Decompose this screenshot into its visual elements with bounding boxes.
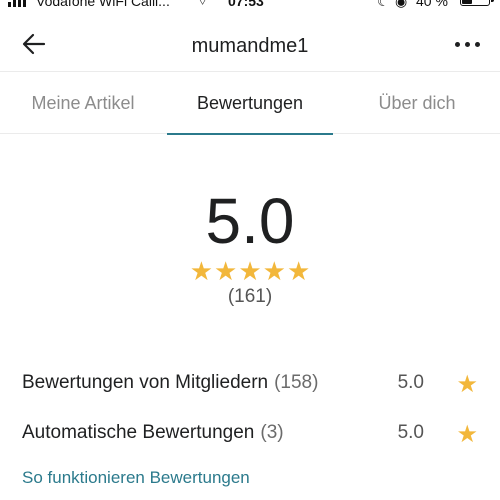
star-rating: ★ ★ ★ ★ ★ bbox=[0, 258, 500, 284]
star-icon: ★ bbox=[238, 256, 262, 286]
review-count: (161) bbox=[227, 286, 273, 307]
status-time: 07:53 bbox=[228, 0, 264, 9]
wifi-icon: ⌔ bbox=[196, 0, 210, 8]
more-horizontal-icon bbox=[455, 41, 460, 47]
tab-bewertungen[interactable]: Bewertungen bbox=[167, 73, 333, 135]
star-icon: ★ bbox=[456, 421, 478, 448]
row-label: Bewertungen von Mitgliedern bbox=[22, 372, 269, 393]
tab-meine-artikel[interactable]: Meine Artikel bbox=[12, 73, 154, 134]
row-score: 5.0 bbox=[397, 422, 424, 443]
tab-bar: Meine Artikel Bewertungen Über dich bbox=[0, 73, 500, 135]
overall-score: 5.0 bbox=[205, 185, 295, 257]
how-reviews-work-link[interactable]: So funktionieren Bewertungen bbox=[22, 468, 250, 488]
star-icon: ★ bbox=[262, 256, 286, 286]
automatic-reviews-row[interactable]: Automatische Bewertungen (3) 5.0 ★ bbox=[22, 418, 478, 448]
row-score: 5.0 bbox=[397, 372, 424, 393]
carrier-name: Vodafone WiFi Calli... bbox=[36, 0, 170, 9]
more-options-button[interactable] bbox=[440, 34, 480, 54]
signal-icon bbox=[8, 0, 26, 7]
status-bar: Vodafone WiFi Calli... ⌔ 07:53 ☾ ◉ 40 % bbox=[0, 0, 500, 9]
tab-ueber-dich[interactable]: Über dich bbox=[346, 73, 488, 134]
battery-percent: 40 % bbox=[416, 0, 448, 9]
rotation-lock-icon: ◉ bbox=[395, 0, 408, 9]
star-icon: ★ bbox=[189, 256, 214, 286]
header-bar: mumandme1 bbox=[0, 18, 500, 72]
star-icon: ★ bbox=[286, 256, 311, 286]
row-count: (3) bbox=[260, 422, 284, 443]
page-title: mumandme1 bbox=[191, 35, 309, 57]
member-reviews-row[interactable]: Bewertungen von Mitgliedern (158) 5.0 ★ bbox=[22, 368, 478, 398]
battery-level bbox=[462, 0, 472, 4]
star-icon: ★ bbox=[214, 256, 238, 286]
battery-icon bbox=[460, 0, 494, 6]
row-label: Automatische Bewertungen bbox=[22, 422, 255, 443]
moon-icon: ☾ bbox=[377, 0, 390, 9]
star-icon: ★ bbox=[456, 371, 478, 398]
row-count: (158) bbox=[274, 372, 319, 393]
rating-summary: 5.0 ★ ★ ★ ★ ★ (161) bbox=[0, 188, 500, 308]
